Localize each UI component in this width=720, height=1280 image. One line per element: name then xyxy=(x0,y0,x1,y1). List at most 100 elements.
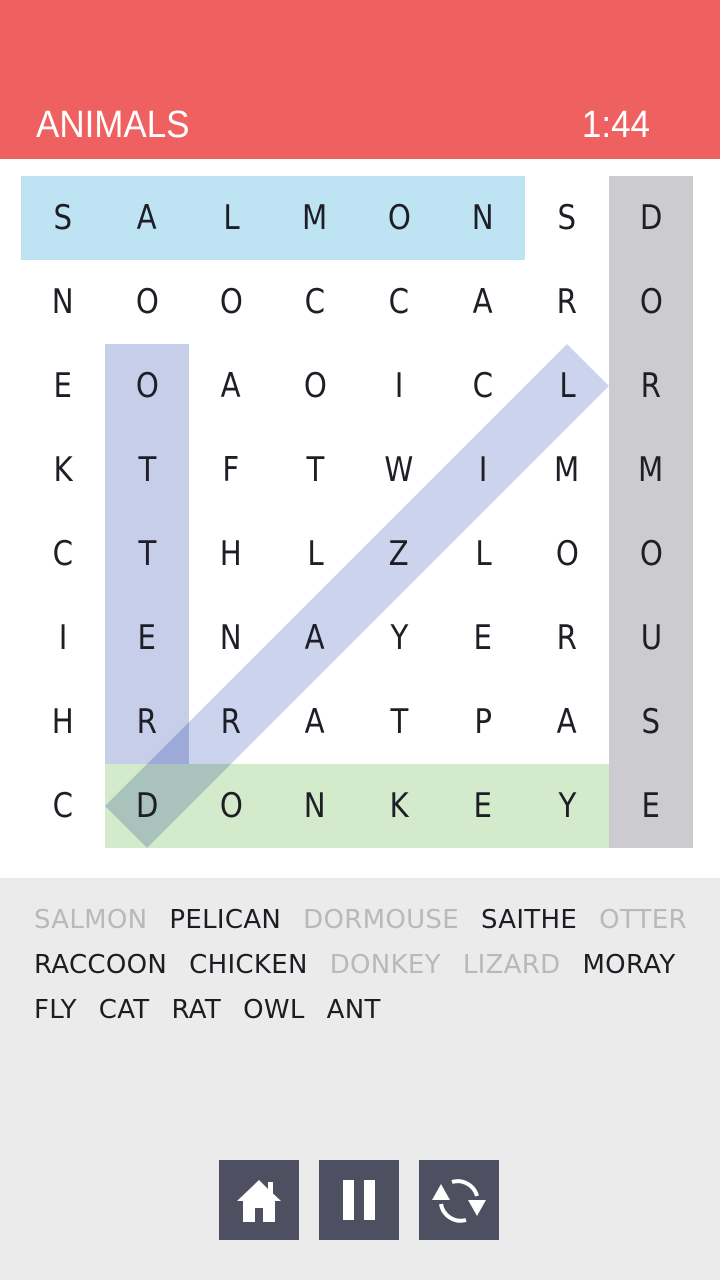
grid-cell[interactable]: A xyxy=(273,596,357,680)
grid-cell[interactable]: N xyxy=(441,176,525,260)
grid-cell[interactable]: C xyxy=(441,344,525,428)
grid-letter: T xyxy=(138,534,156,574)
grid-cell[interactable]: F xyxy=(189,428,273,512)
grid-cell[interactable]: O xyxy=(189,764,273,848)
grid-cell[interactable]: E xyxy=(609,764,693,848)
grid-cell[interactable]: D xyxy=(609,176,693,260)
grid-letter: A xyxy=(304,618,325,658)
grid-cell[interactable]: E xyxy=(105,596,189,680)
grid-cell[interactable]: T xyxy=(273,428,357,512)
grid-cell[interactable]: O xyxy=(525,512,609,596)
grid-cell[interactable]: O xyxy=(357,176,441,260)
letter-grid[interactable]: S A L M O N S D N O O C C A R O E O A O I C L R K T F T W I M M C T H L Z L O O… xyxy=(21,176,693,848)
grid-cell[interactable]: R xyxy=(189,680,273,764)
grid-cell[interactable]: W xyxy=(357,428,441,512)
grid-cell[interactable]: Z xyxy=(357,512,441,596)
grid-cell[interactable]: S xyxy=(21,176,105,260)
word-list-line: SALMON PELICAN DORMOUSE SAITHE OTTER xyxy=(34,905,704,950)
grid-cell[interactable]: I xyxy=(21,596,105,680)
grid-cell[interactable]: H xyxy=(189,512,273,596)
grid-cell[interactable]: M xyxy=(273,176,357,260)
grid-cell[interactable]: R xyxy=(525,596,609,680)
grid-cell[interactable]: O xyxy=(273,344,357,428)
grid-cell[interactable]: A xyxy=(441,260,525,344)
grid-cell[interactable]: L xyxy=(189,176,273,260)
word-saithe: SAITHE xyxy=(480,905,578,935)
grid-cell[interactable]: A xyxy=(189,344,273,428)
grid-cell[interactable]: L xyxy=(441,512,525,596)
grid-letter: Y xyxy=(558,786,576,826)
grid-letter: U xyxy=(640,618,662,658)
grid-letter: P xyxy=(474,702,492,742)
grid-cell[interactable]: T xyxy=(105,428,189,512)
grid-cell[interactable]: A xyxy=(105,176,189,260)
grid-cell[interactable]: I xyxy=(357,344,441,428)
grid-cell[interactable]: K xyxy=(357,764,441,848)
grid-letter: N xyxy=(220,618,242,658)
grid-cell[interactable]: O xyxy=(189,260,273,344)
grid-cell[interactable]: K xyxy=(21,428,105,512)
home-button[interactable] xyxy=(219,1160,299,1240)
grid-cell[interactable]: H xyxy=(21,680,105,764)
grid-cell[interactable]: C xyxy=(21,512,105,596)
word-pelican: PELICAN xyxy=(169,905,282,935)
grid-cell[interactable]: A xyxy=(273,680,357,764)
grid-cell[interactable]: C xyxy=(21,764,105,848)
grid-letter: O xyxy=(219,786,243,826)
grid-cell[interactable]: R xyxy=(105,680,189,764)
grid-cell[interactable]: O xyxy=(609,512,693,596)
grid-cell[interactable]: I xyxy=(441,428,525,512)
grid-cell[interactable]: N xyxy=(189,596,273,680)
grid-letter: E xyxy=(137,618,157,658)
grid-cell[interactable]: T xyxy=(357,680,441,764)
grid-letter: A xyxy=(136,198,157,238)
pause-button[interactable] xyxy=(319,1160,399,1240)
grid-cell[interactable]: D xyxy=(105,764,189,848)
grid-cell[interactable]: R xyxy=(609,344,693,428)
grid-cell[interactable]: O xyxy=(105,260,189,344)
restart-button[interactable] xyxy=(419,1160,499,1240)
grid-letter: S xyxy=(557,198,577,238)
grid-letter: C xyxy=(304,282,326,322)
word-fly: FLY xyxy=(34,995,77,1025)
grid-letter: D xyxy=(135,786,159,826)
grid-cell[interactable]: L xyxy=(525,344,609,428)
grid-cell[interactable]: M xyxy=(609,428,693,512)
grid-cell[interactable]: L xyxy=(273,512,357,596)
grid-letter: C xyxy=(52,786,74,826)
grid-cell[interactable]: O xyxy=(609,260,693,344)
grid-cell[interactable]: M xyxy=(525,428,609,512)
grid-cell[interactable]: E xyxy=(441,764,525,848)
grid-cell[interactable]: Y xyxy=(357,596,441,680)
grid-letter: S xyxy=(641,702,661,742)
grid-letter: Z xyxy=(388,534,410,574)
grid-letter: T xyxy=(306,450,324,490)
grid-cell[interactable]: R xyxy=(525,260,609,344)
word-raccoon: RACCOON xyxy=(34,950,168,980)
grid-letter: R xyxy=(556,282,578,322)
grid-letter: O xyxy=(135,366,159,406)
word-list: SALMON PELICAN DORMOUSE SAITHE OTTER RACCOON C… xyxy=(34,905,704,1040)
grid-cell[interactable]: S xyxy=(525,176,609,260)
grid-cell[interactable]: E xyxy=(21,344,105,428)
grid-letter: O xyxy=(135,282,159,322)
grid-letter: K xyxy=(389,786,409,826)
grid-cell[interactable]: N xyxy=(273,764,357,848)
grid-cell[interactable]: U xyxy=(609,596,693,680)
grid-cell[interactable]: E xyxy=(441,596,525,680)
grid-cell[interactable]: S xyxy=(609,680,693,764)
grid-letter: R xyxy=(556,618,578,658)
timer: 1:44 xyxy=(581,104,650,146)
grid-letter: N xyxy=(472,198,494,238)
grid-cell[interactable]: T xyxy=(105,512,189,596)
word-salmon: SALMON xyxy=(34,905,148,935)
grid-cell[interactable]: C xyxy=(357,260,441,344)
grid-cell[interactable]: P xyxy=(441,680,525,764)
grid-cell[interactable]: A xyxy=(525,680,609,764)
grid-letter: L xyxy=(558,366,576,406)
grid-letter: E xyxy=(641,786,661,826)
grid-cell[interactable]: Y xyxy=(525,764,609,848)
grid-cell[interactable]: C xyxy=(273,260,357,344)
grid-cell[interactable]: N xyxy=(21,260,105,344)
grid-cell[interactable]: O xyxy=(105,344,189,428)
